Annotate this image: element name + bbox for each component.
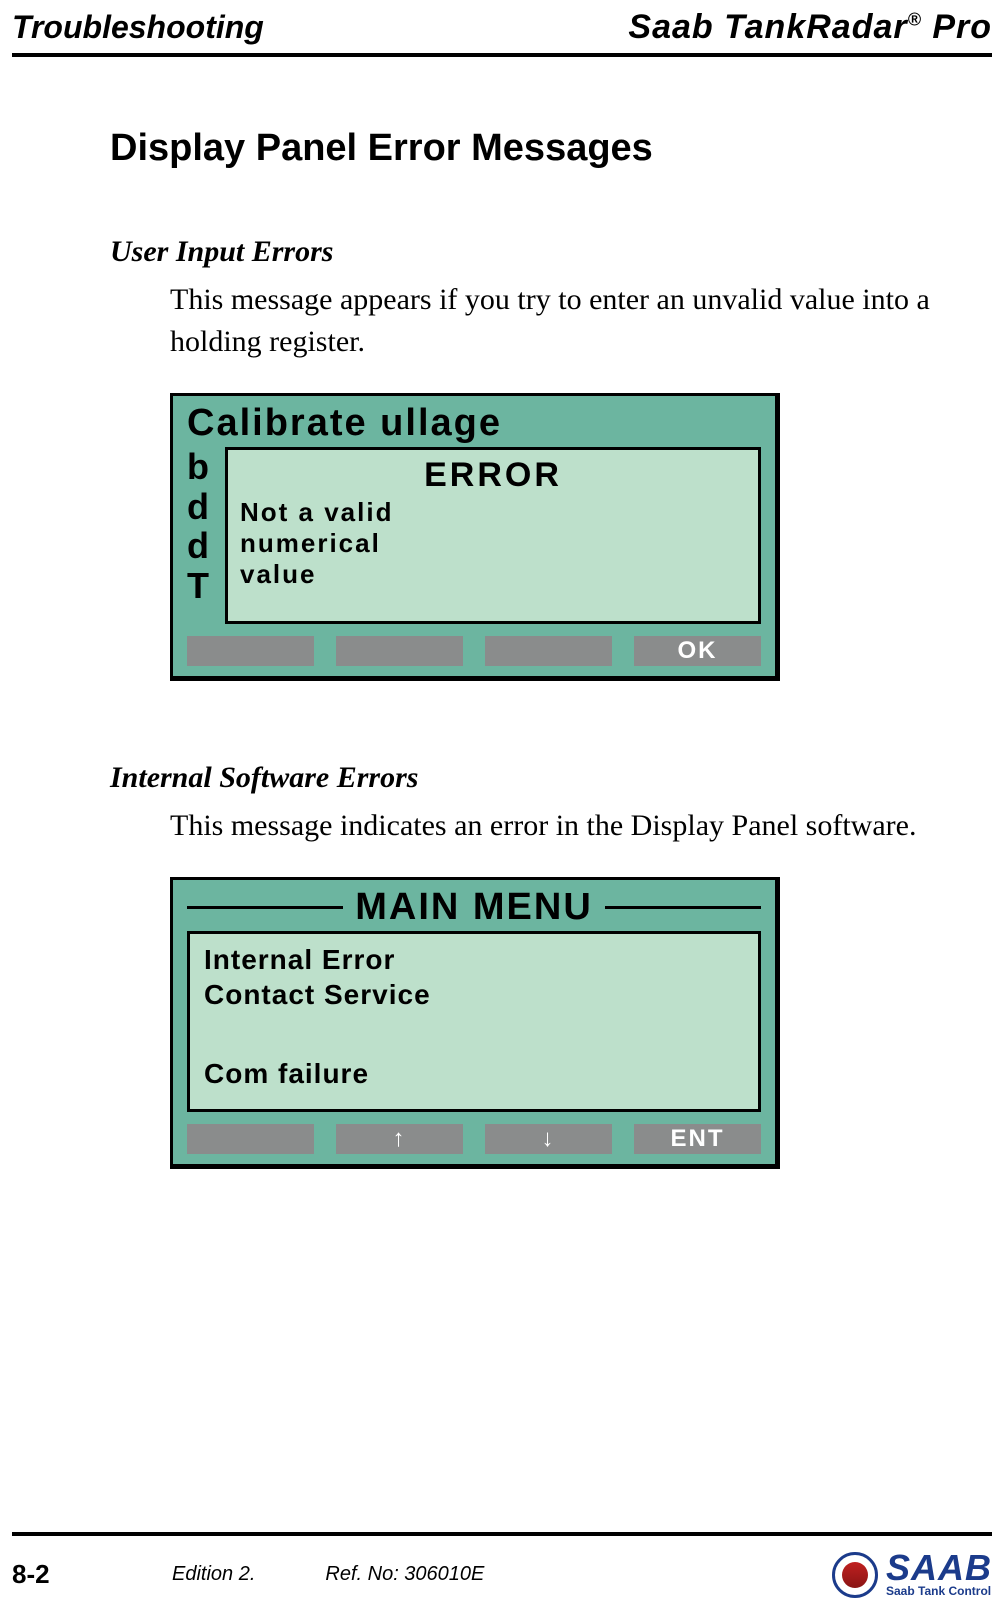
footer-logo: SAAB Saab Tank Control (832, 1552, 992, 1598)
lcd2-popup-line-1: Contact Service (204, 977, 744, 1012)
lcd2-title: MAIN MENU (355, 886, 593, 929)
header-section: Troubleshooting (12, 9, 264, 46)
lcd2-button-up[interactable]: ↑ (336, 1124, 463, 1154)
lcd1-sidecol-2: d (187, 526, 211, 566)
logo-text-sub: Saab Tank Control (886, 1584, 991, 1598)
lcd1-popup-line-2: value (240, 559, 746, 590)
lcd1-popup-title: ERROR (240, 456, 746, 495)
lcd1-sidecol-3: T (187, 566, 211, 606)
lcd1-button-2[interactable] (485, 636, 612, 666)
lcd2-line-left (187, 906, 343, 909)
page-number: 8-2 (12, 1559, 72, 1590)
logo-text-main: SAAB (886, 1552, 992, 1584)
lcd1-popup-line-0: Not a valid (240, 497, 746, 528)
lcd1-button-ok[interactable]: OK (634, 636, 761, 666)
lcd2-popup-footer: Com failure (204, 1056, 744, 1091)
lcd-panel-1: Calibrate ullage b d d T ERROR Not a val… (170, 393, 780, 681)
header-product-suffix: Pro (922, 8, 992, 46)
header-product-prefix: Saab TankRadar (628, 8, 907, 46)
lcd1-sidecol: b d d T (187, 447, 211, 624)
footer-edition: Edition 2. (172, 1563, 255, 1586)
lcd1-button-bar: OK (173, 632, 775, 676)
lcd2-button-down[interactable]: ↓ (485, 1124, 612, 1154)
lcd2-line-right (605, 906, 761, 909)
section2-heading: Internal Software Errors (110, 761, 964, 795)
section1-heading: User Input Errors (110, 235, 964, 269)
lcd2-button-ent[interactable]: ENT (634, 1124, 761, 1154)
lcd1-button-1[interactable] (336, 636, 463, 666)
lcd2-button-0[interactable] (187, 1124, 314, 1154)
lcd1-button-0[interactable] (187, 636, 314, 666)
lcd1-popup: ERROR Not a valid numerical value (225, 447, 761, 624)
section2-paragraph: This message indicates an error in the D… (170, 805, 964, 847)
footer-rule (12, 1532, 992, 1536)
section1-paragraph: This message appears if you try to enter… (170, 279, 964, 363)
lcd1-popup-line-1: numerical (240, 528, 746, 559)
lcd1-title: Calibrate ullage (187, 402, 502, 445)
header-product: Saab TankRadar® Pro (628, 8, 992, 47)
lcd2-popup-line-0: Internal Error (204, 942, 744, 977)
lcd-panel-2: MAIN MENU Internal Error Contact Service… (170, 877, 780, 1169)
page-title: Display Panel Error Messages (110, 127, 964, 170)
lcd2-button-bar: ↑ ↓ ENT (173, 1120, 775, 1164)
footer-ref: Ref. No: 306010E (325, 1563, 484, 1586)
lcd1-sidecol-1: d (187, 487, 211, 527)
header-product-sup: ® (908, 10, 922, 30)
lcd2-popup: Internal Error Contact Service Com failu… (187, 931, 761, 1112)
lcd1-sidecol-0: b (187, 447, 211, 487)
saab-round-icon (832, 1552, 878, 1598)
